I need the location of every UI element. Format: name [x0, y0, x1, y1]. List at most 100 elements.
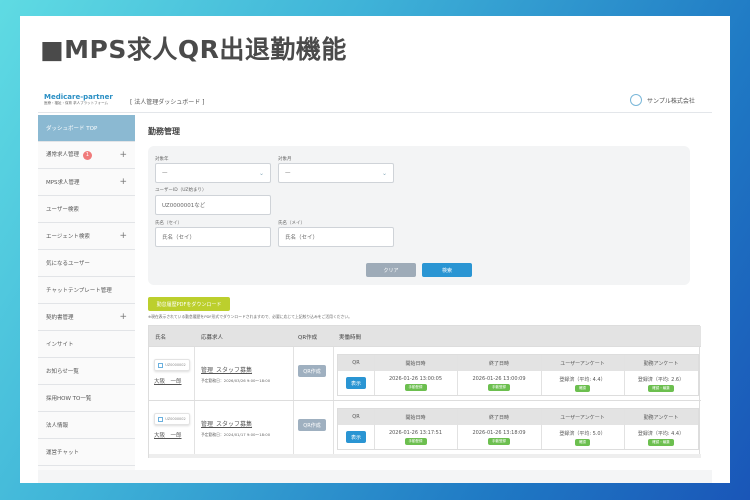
sidebar-item[interactable]: インサイト: [38, 331, 135, 358]
user-id: UZ0000002: [165, 417, 186, 421]
work-survey: 登録済（平均: 2.6）: [637, 377, 685, 383]
show-qr-button[interactable]: 表示: [346, 431, 366, 443]
sidebar-item[interactable]: 運営チャット: [38, 439, 135, 466]
qr-create-button[interactable]: QR作成: [298, 365, 326, 377]
year-label: 対象年: [155, 157, 169, 162]
job-link[interactable]: 管理_スタッフ募集: [201, 365, 252, 374]
sidebar-item[interactable]: ダッシュボード TOP: [38, 115, 135, 142]
sidebar-item[interactable]: 採用HOW TO一覧: [38, 385, 135, 412]
inner-col-header: ユーザーアンケート: [560, 415, 605, 421]
dashboard-label: [ 法人管理ダッシュボード ]: [130, 99, 205, 106]
inner-col-header: 開始日時: [405, 415, 426, 421]
app-screenshot: Medicare-partner 医療・福祉・保育 求人プラットフォーム [ 法人…: [38, 88, 712, 483]
footer: [38, 470, 712, 483]
year-select[interactable]: — ⌄: [155, 163, 271, 183]
company-menu[interactable]: サンプル株式会社: [630, 94, 695, 106]
attendance-table: 氏名 応募求人 QR作成 実働時間 UZ0000002 大阪 一郎 管理_スタッ…: [148, 325, 701, 458]
inner-col-header: 終了日時: [488, 415, 509, 421]
sidebar-item[interactable]: お知らせ一覧: [38, 358, 135, 385]
col-time: 実働時間: [339, 335, 362, 341]
sidebar-item[interactable]: チャットテンプレート管理: [38, 277, 135, 304]
mei-input[interactable]: 氏名（セイ）: [278, 227, 394, 247]
company-avatar-icon: [630, 94, 642, 106]
plus-icon[interactable]: +: [119, 312, 127, 322]
user-survey-tag[interactable]: 確認: [575, 439, 590, 446]
sidebar-item[interactable]: ユーザー検索: [38, 196, 135, 223]
page-title: 勤務管理: [148, 127, 180, 136]
plus-icon[interactable]: +: [119, 177, 127, 187]
logo[interactable]: Medicare-partner 医療・福祉・保育 求人プラットフォーム: [44, 93, 113, 106]
horizontal-scrollbar[interactable]: [149, 454, 701, 458]
work-survey: 登録済（平均: 4.4）: [637, 431, 685, 437]
inner-col-header: 勤務アンケート: [643, 361, 679, 367]
sidebar-item[interactable]: MPS求人管理 +: [38, 169, 135, 196]
user-survey-tag[interactable]: 確認: [575, 385, 590, 392]
user-id-chip[interactable]: UZ0000002: [154, 413, 190, 425]
sidebar-item[interactable]: 通常求人管理 1 +: [38, 142, 135, 169]
year-value: —: [162, 170, 168, 176]
scheduled-date: 予定勤務日：2026/03/26 9:00〜18:00: [201, 378, 271, 383]
sidebar-item-label: 法人情報: [46, 423, 69, 429]
app-header: Medicare-partner 医療・福祉・保育 求人プラットフォーム [ 法人…: [38, 88, 712, 113]
inner-col-header: QR: [352, 360, 360, 366]
user-name-link[interactable]: 大阪 一郎: [154, 377, 182, 385]
col-name: 氏名: [155, 335, 167, 341]
sidebar-item-label: お知らせ一覧: [46, 369, 79, 375]
end-time-tag[interactable]: 手動登録: [488, 384, 510, 391]
start-time: 2026-01-26 13:00:05: [388, 376, 443, 382]
notification-badge: 1: [83, 151, 93, 160]
month-label: 対象月: [278, 157, 292, 162]
sidebar-item-label: 気になるユーザー: [46, 261, 90, 267]
download-pdf-button[interactable]: 勤怠履歴PDFをダウンロード: [148, 297, 230, 311]
qr-create-button[interactable]: QR作成: [298, 419, 326, 431]
sidebar-item[interactable]: エージェント検索 +: [38, 223, 135, 250]
sidebar-item-label: MPS求人管理: [46, 180, 80, 186]
work-survey-tag[interactable]: 確認・編集: [648, 385, 674, 392]
sidebar-item[interactable]: 契約書管理 +: [38, 304, 135, 331]
inner-col-header: 終了日時: [488, 361, 509, 367]
col-qr: QR作成: [298, 335, 318, 341]
sidebar-item-label: チャットテンプレート管理: [46, 288, 112, 294]
work-survey-tag[interactable]: 確認・編集: [648, 439, 674, 446]
show-qr-button[interactable]: 表示: [346, 377, 366, 389]
user-id-input[interactable]: UZ0000001など: [155, 195, 271, 215]
plus-icon[interactable]: +: [119, 231, 127, 241]
sidebar: ダッシュボード TOP 通常求人管理 1 + MPS求人管理 + ユーザー検索 エージェント検…: [38, 115, 135, 483]
start-time-tag[interactable]: 手動登録: [404, 438, 427, 445]
sidebar-item[interactable]: 法人情報: [38, 412, 135, 439]
company-name: サンプル株式会社: [647, 97, 695, 105]
user-name-link[interactable]: 大阪 一郎: [154, 431, 182, 439]
end-time: 2026-01-26 13:18:09: [472, 430, 526, 436]
inner-header: QR 開始日時 終了日時 ユーザーアンケート 勤務アンケート: [338, 355, 698, 371]
user-id-label: ユーザーID（UZ始まり）: [155, 188, 207, 193]
sidebar-item-label: インサイト: [46, 342, 74, 348]
user-id-chip[interactable]: UZ0000002: [154, 359, 190, 371]
scheduled-date: 予定勤務日：2024/01/17 9:00〜18:00: [201, 432, 271, 437]
logo-subtext: 医療・福祉・保育 求人プラットフォーム: [44, 101, 109, 105]
inner-col-header: QR: [352, 414, 360, 420]
end-time-tag[interactable]: 手動登録: [488, 438, 510, 445]
chevron-down-icon: ⌄: [258, 169, 264, 177]
sidebar-item-label: ユーザー検索: [46, 207, 79, 213]
user-icon: [158, 416, 164, 422]
work-time-table: QR 開始日時 終了日時 ユーザーアンケート 勤務アンケート 表示 2026-01-26…: [337, 408, 699, 450]
chevron-down-icon: ⌄: [381, 169, 387, 177]
inner-header: QR 開始日時 終了日時 ユーザーアンケート 勤務アンケート: [338, 409, 698, 425]
table-row: UZ0000002 大阪 一郎 管理_スタッフ募集 予定勤務日：2026/03/…: [149, 346, 701, 400]
mei-label: 氏名（メイ）: [278, 221, 305, 226]
sei-input[interactable]: 氏名（セイ）: [155, 227, 271, 247]
sidebar-item-label: ダッシュボード TOP: [46, 126, 98, 132]
slide-title: ■MPS求人QR出退勤機能: [40, 35, 347, 64]
start-time-tag[interactable]: 手動登録: [404, 384, 427, 391]
search-button[interactable]: 検索: [422, 263, 472, 277]
sidebar-item[interactable]: 気になるユーザー: [38, 250, 135, 277]
user-icon: [158, 362, 164, 368]
plus-icon[interactable]: +: [119, 150, 127, 160]
table-header: 氏名 応募求人 QR作成 実働時間: [149, 326, 701, 346]
work-time-table: QR 開始日時 終了日時 ユーザーアンケート 勤務アンケート 表示 2026-01-26…: [337, 354, 699, 396]
job-link[interactable]: 管理_スタッフ募集: [201, 419, 252, 428]
month-select[interactable]: — ⌄: [278, 163, 394, 183]
inner-col-header: ユーザーアンケート: [560, 361, 605, 367]
inner-col-header: 開始日時: [405, 361, 426, 367]
clear-button[interactable]: クリア: [366, 263, 416, 277]
